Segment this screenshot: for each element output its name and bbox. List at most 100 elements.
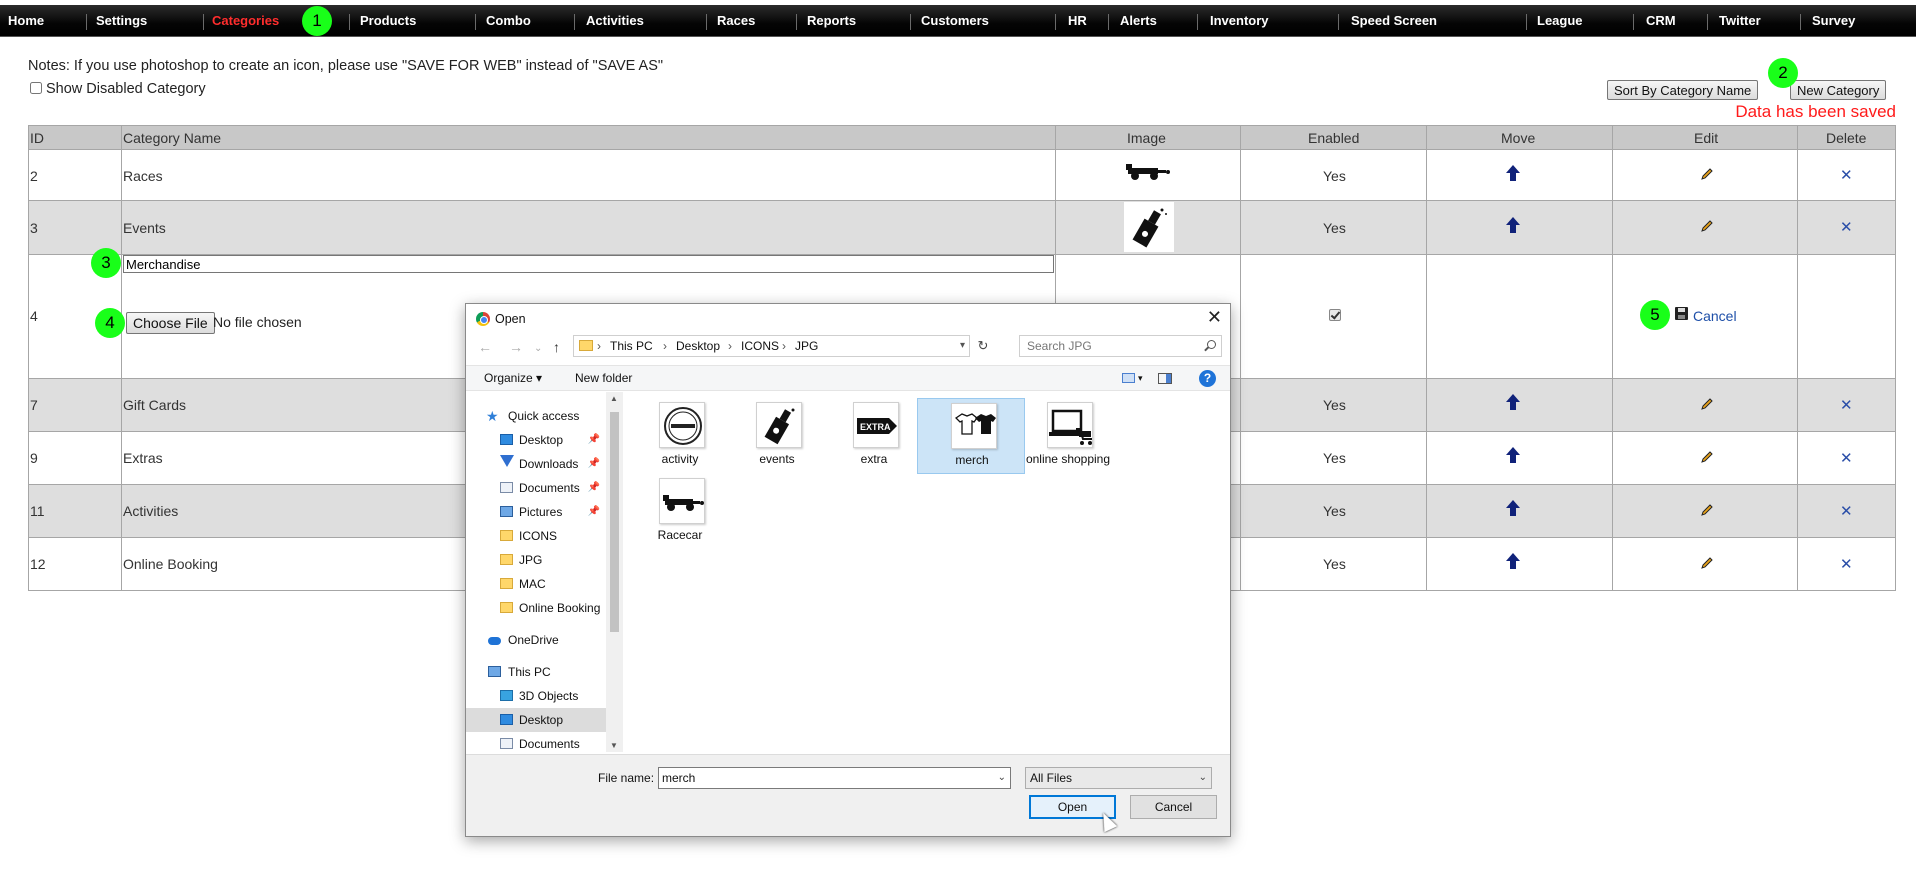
edit-pencil-icon[interactable] (1701, 168, 1713, 180)
nav-twitter[interactable]: Twitter (1719, 5, 1761, 37)
nav-customers[interactable]: Customers (921, 5, 989, 37)
file-type-select[interactable]: All Files ⌄ (1025, 767, 1212, 789)
chevron-down-icon[interactable]: ▾ (1138, 373, 1143, 384)
documents-icon (500, 482, 513, 493)
address-bar[interactable]: › This PC › Desktop › ICONS › JPG ▾ (573, 335, 970, 357)
file-item-racecar[interactable]: Racecar (626, 474, 734, 550)
move-up-icon[interactable] (1506, 553, 1520, 569)
scroll-up-icon[interactable]: ▲ (610, 394, 618, 403)
nav-pane-onedrive[interactable]: OneDrive (466, 628, 606, 652)
recent-dropdown-icon[interactable]: ⌄ (534, 343, 542, 354)
activity-badge-icon (659, 402, 705, 448)
nav-categories[interactable]: Categories (212, 5, 279, 37)
scroll-down-icon[interactable]: ▼ (610, 741, 618, 750)
view-options-icon[interactable] (1122, 373, 1135, 383)
nav-pane-documents-pc[interactable]: Documents (466, 732, 606, 752)
nav-pane-jpg-folder[interactable]: JPG (466, 548, 606, 572)
delete-icon[interactable]: ✕ (1840, 449, 1853, 467)
nav-pane-3d-objects[interactable]: 3D Objects (466, 684, 606, 708)
move-up-icon[interactable] (1506, 500, 1520, 516)
row-id: 7 (30, 397, 38, 413)
chevron-down-icon[interactable]: ▾ (960, 336, 965, 356)
help-icon[interactable]: ? (1199, 370, 1216, 387)
nav-league[interactable]: League (1537, 5, 1583, 37)
file-item-extra[interactable]: EXTRA extra (820, 398, 928, 474)
file-item-activity[interactable]: activity (626, 398, 734, 474)
nav-pane-mac-folder[interactable]: MAC (466, 572, 606, 596)
nav-home[interactable]: Home (8, 5, 44, 37)
nav-pane-desktop-pc[interactable]: Desktop (466, 708, 606, 732)
nav-alerts[interactable]: Alerts (1120, 5, 1157, 37)
back-arrow-icon[interactable]: ← (478, 339, 492, 355)
nav-speed-screen[interactable]: Speed Screen (1351, 5, 1437, 37)
sort-by-name-button[interactable]: Sort By Category Name (1607, 80, 1759, 100)
nav-inventory[interactable]: Inventory (1210, 5, 1269, 37)
save-icon[interactable] (1675, 307, 1688, 320)
move-up-icon[interactable] (1506, 165, 1520, 181)
delete-icon[interactable]: ✕ (1840, 218, 1853, 236)
nav-pane-downloads[interactable]: Downloads 📌 (466, 452, 606, 476)
file-item-online-shopping[interactable]: online shopping (1014, 398, 1122, 474)
nav-survey[interactable]: Survey (1812, 5, 1855, 37)
delete-icon[interactable]: ✕ (1840, 555, 1853, 573)
file-name-input[interactable]: merch ⌄ (658, 767, 1011, 789)
move-up-icon[interactable] (1506, 217, 1520, 233)
breadcrumb-this-pc[interactable]: This PC (610, 336, 653, 356)
nav-crm[interactable]: CRM (1646, 5, 1676, 37)
nav-pane-online-booking-folder[interactable]: Online Booking (466, 596, 606, 620)
delete-icon[interactable]: ✕ (1840, 396, 1853, 414)
nav-pane-pictures[interactable]: Pictures 📌 (466, 500, 606, 524)
file-item-merch[interactable]: merch (917, 398, 1025, 474)
nav-combo[interactable]: Combo (486, 5, 531, 37)
edit-pencil-icon[interactable] (1701, 220, 1713, 232)
new-category-button[interactable]: New Category (1790, 80, 1887, 100)
show-disabled-toggle[interactable]: Show Disabled Category (30, 81, 206, 97)
new-folder-button[interactable]: New folder (575, 371, 632, 385)
cancel-button[interactable]: Cancel (1130, 795, 1217, 819)
preview-pane-icon[interactable] (1158, 373, 1172, 384)
enabled-checkbox[interactable] (1329, 309, 1341, 321)
delete-icon[interactable]: ✕ (1840, 166, 1853, 184)
nav-products[interactable]: Products (360, 5, 416, 37)
category-name-input[interactable] (123, 255, 1054, 273)
nav-settings[interactable]: Settings (96, 5, 147, 37)
nav-activities[interactable]: Activities (586, 5, 644, 37)
show-disabled-checkbox[interactable] (30, 82, 42, 94)
edit-pencil-icon[interactable] (1701, 557, 1713, 569)
nav-pane-quick-access[interactable]: ★ Quick access (466, 404, 606, 428)
move-up-icon[interactable] (1506, 394, 1520, 410)
nav-races[interactable]: Races (717, 5, 755, 37)
breadcrumb-desktop[interactable]: Desktop (676, 336, 720, 356)
organize-menu[interactable]: Organize ▾ (484, 371, 542, 385)
nav-hr[interactable]: HR (1068, 5, 1087, 37)
grid-line (28, 149, 1895, 150)
forward-arrow-icon[interactable]: → (509, 339, 523, 355)
breadcrumb-jpg[interactable]: JPG (795, 336, 818, 356)
nav-pane-scrollbar[interactable]: ▲ ▼ (606, 392, 623, 752)
nav-reports[interactable]: Reports (807, 5, 856, 37)
edit-pencil-icon[interactable] (1701, 451, 1713, 463)
chevron-down-icon[interactable]: ⌄ (998, 768, 1006, 788)
step-marker-5: 5 (1640, 300, 1670, 330)
search-input[interactable]: Search JPG (1019, 335, 1222, 357)
nav-pane-documents[interactable]: Documents 📌 (466, 476, 606, 500)
nav-pane-desktop[interactable]: Desktop 📌 (466, 428, 606, 452)
cancel-edit-link[interactable]: Cancel (1693, 308, 1737, 324)
scrollbar-thumb[interactable] (610, 412, 619, 632)
breadcrumb-icons[interactable]: ICONS (741, 336, 779, 356)
file-label: Racecar (657, 528, 703, 542)
nav-pane-label: 3D Objects (519, 689, 579, 703)
close-icon[interactable]: ✕ (1207, 307, 1222, 328)
refresh-icon[interactable]: ↻ (974, 337, 992, 355)
up-arrow-icon[interactable]: ↑ (553, 339, 560, 355)
delete-icon[interactable]: ✕ (1840, 502, 1853, 520)
nav-pane-label: Desktop (519, 713, 564, 727)
saved-message: Data has been saved (1735, 102, 1896, 121)
file-item-events[interactable]: events (723, 398, 831, 474)
edit-pencil-icon[interactable] (1701, 504, 1713, 516)
edit-pencil-icon[interactable] (1701, 398, 1713, 410)
move-up-icon[interactable] (1506, 447, 1520, 463)
nav-pane-this-pc[interactable]: This PC (466, 660, 606, 684)
choose-file-button[interactable]: Choose File (126, 312, 215, 334)
nav-pane-icons-folder[interactable]: ICONS (466, 524, 606, 548)
